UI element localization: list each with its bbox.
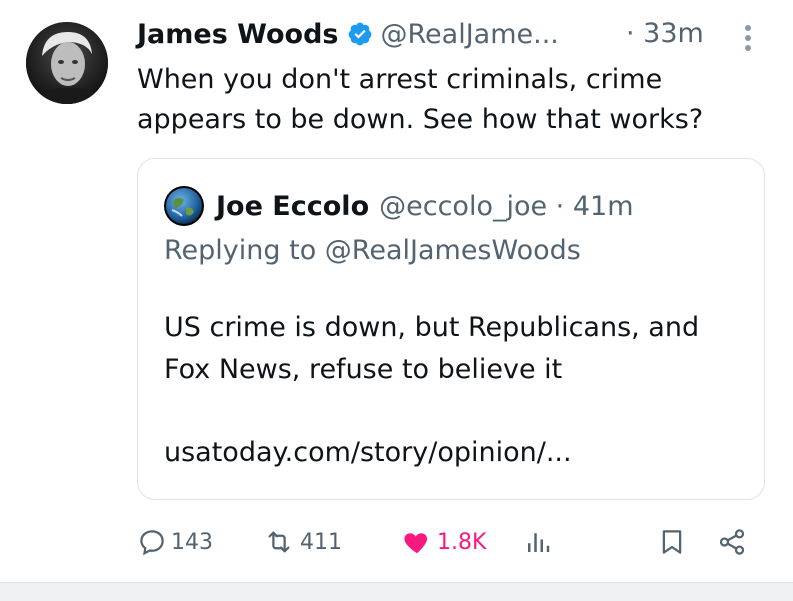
retweet-icon bbox=[268, 531, 290, 553]
reply-count: 143 bbox=[171, 529, 213, 555]
quoted-tweet-text: US crime is down, but Republicans, and F… bbox=[164, 312, 700, 385]
tweet-header: James Woods @RealJame... bbox=[137, 14, 559, 54]
quoted-author-avatar[interactable] bbox=[164, 186, 204, 226]
reply-icon bbox=[140, 530, 164, 556]
quoted-tweet[interactable]: Joe Eccolo @eccolo_joe · 41m Replying to… bbox=[137, 158, 765, 500]
more-options-icon[interactable] bbox=[740, 22, 756, 54]
bookmark-icon bbox=[662, 530, 682, 554]
retweet-button[interactable]: 411 bbox=[262, 520, 342, 564]
tweet-timestamp[interactable]: · 33m bbox=[626, 14, 704, 54]
heart-icon bbox=[404, 533, 428, 554]
share-icon bbox=[719, 529, 745, 555]
retweet-count: 411 bbox=[300, 529, 342, 555]
author-name[interactable]: James Woods bbox=[137, 19, 339, 50]
like-count: 1.8K bbox=[437, 529, 487, 555]
replying-to-label: Replying to @RealJamesWoods bbox=[164, 235, 581, 266]
quoted-author-name[interactable]: Joe Eccolo bbox=[216, 191, 369, 222]
verified-badge-icon bbox=[348, 22, 371, 46]
views-icon bbox=[528, 533, 550, 552]
like-button[interactable]: 1.8K bbox=[401, 520, 486, 564]
share-button[interactable] bbox=[717, 520, 747, 564]
quoted-tweet-header: Joe Eccolo @eccolo_joe · 41m bbox=[164, 186, 634, 226]
tweet-actions: 143 411 1.8K bbox=[137, 520, 767, 564]
views-button[interactable] bbox=[523, 520, 553, 564]
author-handle[interactable]: @RealJame... bbox=[381, 19, 559, 50]
reply-button[interactable]: 143 bbox=[137, 520, 213, 564]
bookmark-button[interactable] bbox=[657, 520, 687, 564]
quoted-tweet-link[interactable]: usatoday.com/story/opinion/... bbox=[164, 437, 572, 468]
quoted-author-handle[interactable]: @eccolo_joe · 41m bbox=[379, 191, 633, 222]
author-avatar[interactable] bbox=[26, 22, 108, 104]
bottom-divider bbox=[0, 582, 793, 601]
tweet-text: When you don't arrest criminals, crime a… bbox=[137, 64, 704, 135]
